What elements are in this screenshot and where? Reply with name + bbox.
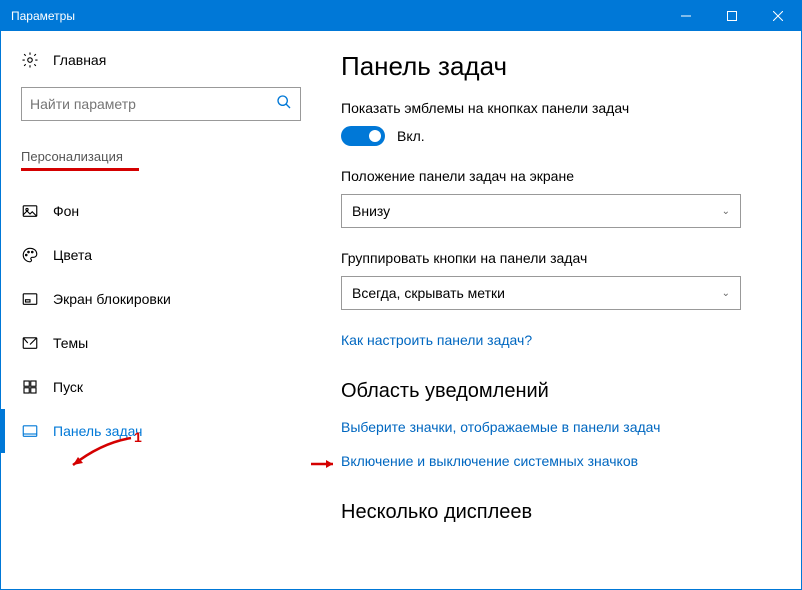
category-header: Персонализация: [21, 149, 311, 164]
start-icon: [21, 378, 39, 396]
home-button[interactable]: Главная: [21, 51, 311, 69]
sidebar: Главная Персонализация Фон Цвета Экран: [1, 31, 311, 589]
annotation-arrow-2: [311, 459, 341, 469]
page-title: Панель задач: [341, 51, 781, 82]
close-button[interactable]: [755, 1, 801, 31]
chevron-down-icon: ⌄: [722, 288, 730, 299]
group-select[interactable]: Всегда, скрывать метки ⌄: [341, 276, 741, 310]
position-value: Внизу: [352, 203, 390, 219]
search-box[interactable]: [21, 87, 301, 121]
themes-icon: [21, 334, 39, 352]
search-input[interactable]: [30, 96, 276, 112]
window-title: Параметры: [1, 9, 663, 23]
select-icons-link[interactable]: Выберите значки, отображаемые в панели з…: [341, 419, 660, 435]
sidebar-item-taskbar[interactable]: Панель задач: [1, 409, 311, 453]
taskbar-icon: [21, 422, 39, 440]
toggle-knob: [369, 130, 381, 142]
notification-area-header: Область уведомлений: [341, 380, 781, 403]
system-icons-link[interactable]: Включение и выключение системных значков: [341, 453, 638, 469]
sidebar-item-background[interactable]: Фон: [1, 189, 311, 233]
window-body: Главная Персонализация Фон Цвета Экран: [1, 31, 801, 589]
sidebar-item-label: Экран блокировки: [53, 291, 171, 307]
sidebar-item-label: Панель задач: [53, 423, 142, 439]
show-badges-toggle[interactable]: [341, 126, 385, 146]
sidebar-item-label: Темы: [53, 335, 88, 351]
titlebar: Параметры: [1, 1, 801, 31]
search-icon: [276, 94, 292, 115]
position-select[interactable]: Внизу ⌄: [341, 194, 741, 228]
lockscreen-icon: [21, 290, 39, 308]
maximize-button[interactable]: [709, 1, 755, 31]
gear-icon: [21, 51, 39, 69]
sidebar-item-themes[interactable]: Темы: [1, 321, 311, 365]
sidebar-item-colors[interactable]: Цвета: [1, 233, 311, 277]
toggle-state-text: Вкл.: [397, 128, 425, 144]
home-label: Главная: [53, 52, 106, 68]
position-label: Положение панели задач на экране: [341, 168, 781, 184]
multiple-displays-header: Несколько дисплеев: [341, 501, 781, 524]
minimize-button[interactable]: [663, 1, 709, 31]
sidebar-item-label: Фон: [53, 203, 79, 219]
content-pane: Панель задач Показать эмблемы на кнопках…: [311, 31, 801, 589]
sidebar-item-label: Пуск: [53, 379, 83, 395]
settings-window: Параметры Главная Персонал: [0, 0, 802, 590]
sidebar-item-lockscreen[interactable]: Экран блокировки: [1, 277, 311, 321]
show-badges-toggle-row: Вкл.: [341, 126, 781, 146]
image-icon: [21, 202, 39, 220]
show-badges-label: Показать эмблемы на кнопках панели задач: [341, 100, 781, 116]
help-link[interactable]: Как настроить панели задач?: [341, 332, 532, 348]
sidebar-item-label: Цвета: [53, 247, 92, 263]
group-label: Группировать кнопки на панели задач: [341, 250, 781, 266]
chevron-down-icon: ⌄: [722, 206, 730, 217]
annotation-underline: [21, 168, 139, 171]
sidebar-item-start[interactable]: Пуск: [1, 365, 311, 409]
group-value: Всегда, скрывать метки: [352, 285, 505, 301]
palette-icon: [21, 246, 39, 264]
